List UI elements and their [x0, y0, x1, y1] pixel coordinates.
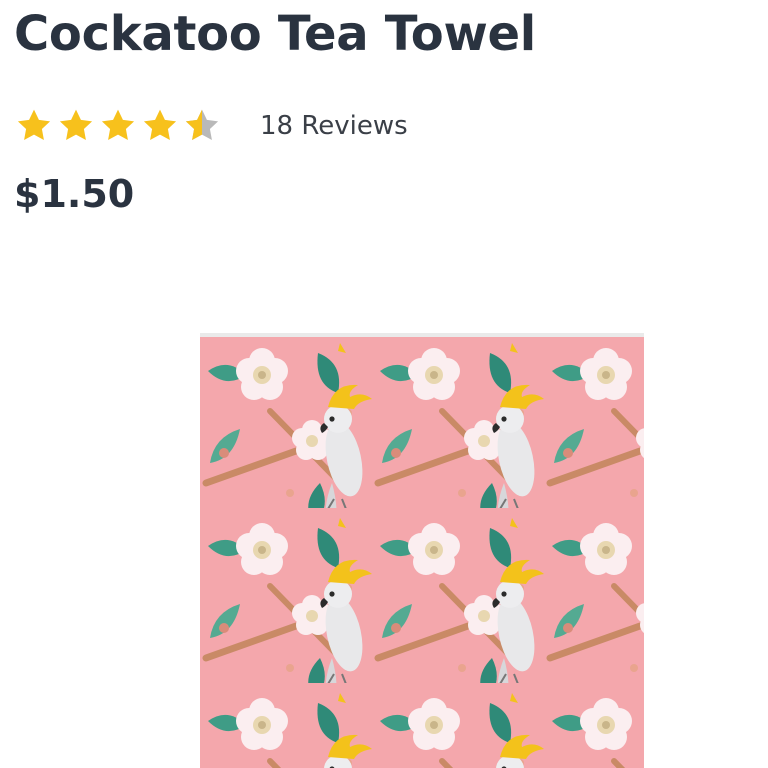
cockatoo-pattern-image	[200, 333, 644, 768]
product-image[interactable]	[200, 333, 644, 768]
half-star-icon	[185, 109, 219, 140]
reviews-link[interactable]: 18 Reviews	[260, 111, 408, 141]
star-icon	[143, 109, 177, 140]
product-price: $1.50	[14, 172, 135, 216]
rating-row[interactable]: 18 Reviews	[14, 106, 408, 146]
product-title: Cockatoo Tea Towel	[14, 6, 536, 62]
star-rating	[14, 106, 222, 146]
star-icon	[101, 109, 135, 140]
star-icon	[17, 109, 51, 140]
star-icon	[59, 109, 93, 140]
